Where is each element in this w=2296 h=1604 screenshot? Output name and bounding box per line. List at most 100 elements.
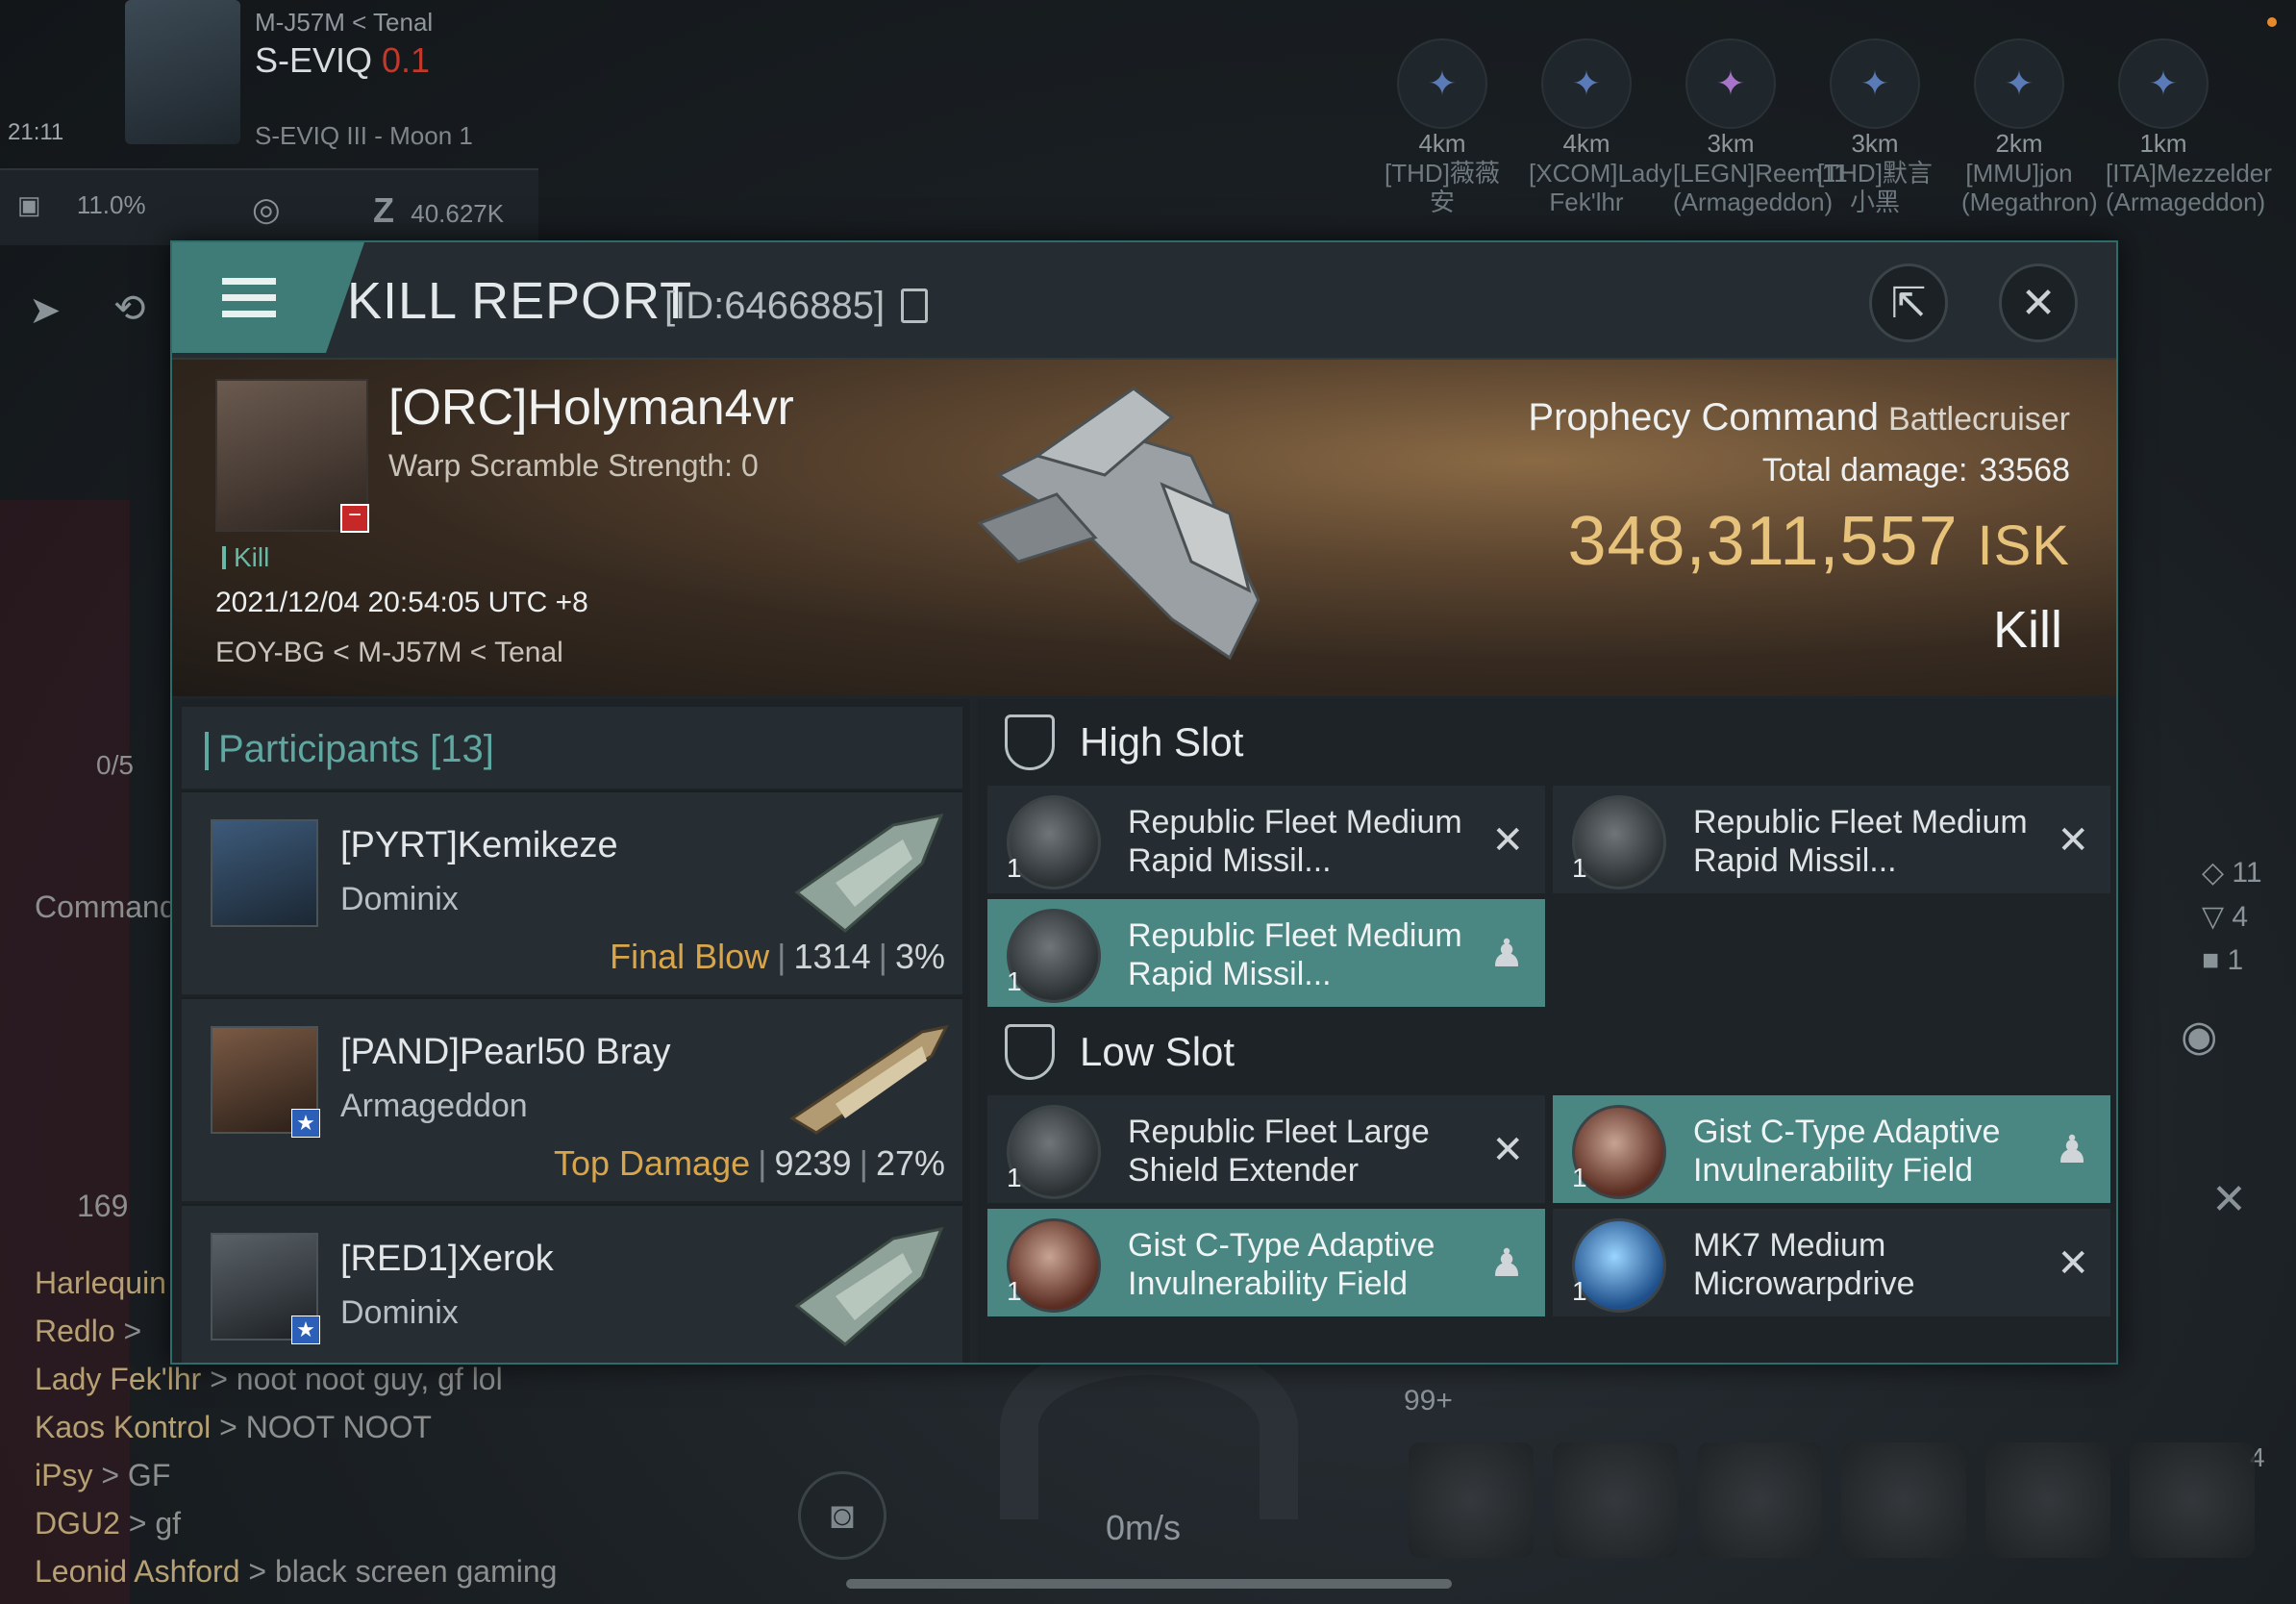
kill-report-window: KILL REPORT [ID:6466885] ⇱ ✕ − [ORC]Holy… bbox=[170, 240, 2118, 1365]
character-portrait[interactable] bbox=[125, 0, 240, 144]
module-item[interactable]: 1 MK7 Medium Microwarpdrive ✕ bbox=[1553, 1209, 2110, 1316]
participant-name: [PAND]Pearl50 Bray bbox=[340, 1032, 671, 1072]
module-slot[interactable] bbox=[1985, 1442, 2110, 1558]
ship-type[interactable]: Prophecy Command Battlecruiser bbox=[1528, 396, 2070, 439]
participant-ship: Dominix bbox=[340, 881, 459, 917]
chat-sender[interactable]: Leonid Ashford bbox=[35, 1554, 240, 1589]
separator: | bbox=[859, 1143, 868, 1183]
x-mark-icon: ✕ bbox=[1491, 1129, 1524, 1171]
clock-stat-icon[interactable]: ◎ bbox=[252, 190, 281, 229]
hostile-standing-icon: − bbox=[340, 504, 369, 533]
person-icon: ♟ bbox=[1489, 933, 1524, 975]
chat-text: > gf bbox=[128, 1506, 182, 1541]
participant-damage: Top Damage | 9239 | 27% bbox=[554, 1143, 945, 1184]
target-distance: 1km bbox=[2139, 129, 2187, 158]
chat-message: iPsy > GF bbox=[35, 1458, 170, 1493]
module-item[interactable]: 1 Republic Fleet Medium Rapid Missil... … bbox=[1553, 786, 2110, 893]
chat-sender[interactable]: iPsy bbox=[35, 1458, 92, 1492]
close-button[interactable]: ✕ bbox=[1999, 263, 2078, 342]
participant-ship: Dominix bbox=[340, 1294, 459, 1331]
close-icon[interactable]: ✕ bbox=[2211, 1175, 2247, 1224]
module-slot[interactable] bbox=[1553, 1442, 1678, 1558]
target-name: [THD]薇薇安 bbox=[1385, 159, 1500, 216]
victim-ship-image[interactable] bbox=[941, 369, 1307, 677]
module-slot[interactable] bbox=[1841, 1442, 1966, 1558]
overview-target[interactable]: ✦ 3km [THD]默言小黑 bbox=[1817, 38, 1933, 216]
cargo-value: 11.0% bbox=[76, 190, 146, 219]
system-name[interactable]: S-EVIQ 0.1 bbox=[255, 40, 430, 81]
module-badge: 99+ bbox=[1404, 1385, 1453, 1416]
participant-row[interactable]: ★ [RED1]Xerok Dominix bbox=[182, 1204, 962, 1363]
overview-target[interactable]: ✦ 1km [ITA]Mezzelder (Armageddon) bbox=[2106, 38, 2272, 216]
module-slot[interactable] bbox=[2130, 1442, 2255, 1558]
victim-name[interactable]: [ORC]Holyman4vr bbox=[388, 379, 794, 437]
camera-icon[interactable]: ◙ bbox=[798, 1471, 886, 1560]
participant-ship-image bbox=[789, 1024, 949, 1135]
hostile-icon: ◇ bbox=[2202, 857, 2225, 889]
ship-icon: ✦ bbox=[1830, 38, 1920, 129]
x-mark-icon: ✕ bbox=[1491, 819, 1524, 862]
eye-icon[interactable]: ◉ bbox=[2181, 1012, 2217, 1061]
module-quantity: 1 bbox=[1007, 853, 1022, 883]
overview-target[interactable]: ✦ 3km [LEGN]Reem11 (Armageddon) bbox=[1673, 38, 1848, 216]
chat-sender[interactable]: DGU2 bbox=[35, 1506, 120, 1541]
menu-button[interactable] bbox=[172, 242, 326, 353]
module-name: Republic Fleet Medium Rapid Missil... bbox=[1128, 804, 1462, 879]
ship-icon: ✦ bbox=[2118, 38, 2209, 129]
chat-sender[interactable]: Lady Fek'lhr bbox=[35, 1362, 201, 1396]
structure-counter[interactable]: ■ 1 bbox=[2202, 944, 2243, 977]
damage-percent: 3% bbox=[894, 937, 945, 976]
participant-ship: Armageddon bbox=[340, 1088, 528, 1124]
participant-portrait bbox=[211, 819, 318, 927]
module-slot[interactable] bbox=[1697, 1442, 1822, 1558]
navigation-icon[interactable]: ➤ bbox=[29, 288, 62, 333]
person-icon: ♟ bbox=[2055, 1129, 2089, 1171]
module-item[interactable]: 1 Republic Fleet Medium Rapid Missil... … bbox=[987, 899, 1545, 1007]
overview-target[interactable]: ✦ 4km [XCOM]Lady Fek'lhr bbox=[1529, 38, 1672, 216]
target-distance: 2km bbox=[1995, 129, 2043, 158]
x-mark-icon: ✕ bbox=[2057, 1242, 2089, 1285]
module-item[interactable]: 1 Gist C-Type Adaptive Invulnerability F… bbox=[987, 1209, 1545, 1316]
participant-row[interactable]: ★ [PAND]Pearl50 Bray Armageddon Top Dama… bbox=[182, 997, 962, 1201]
chat-message: DGU2 > gf bbox=[35, 1506, 181, 1541]
hostile-counter[interactable]: ◇ 11 bbox=[2202, 856, 2262, 890]
isk-stat[interactable]: Z 40.627K bbox=[373, 190, 504, 231]
module-slot[interactable] bbox=[1409, 1442, 1534, 1558]
overview-target[interactable]: ✦ 4km [THD]薇薇安 bbox=[1385, 38, 1500, 216]
participant-name: [PYRT]Kemikeze bbox=[340, 825, 618, 865]
module-item[interactable]: 1 Republic Fleet Large Shield Extender ✕ bbox=[987, 1095, 1545, 1203]
history-icon[interactable]: ⟲ bbox=[113, 287, 146, 331]
chat-channel-label[interactable]: Command bbox=[35, 890, 177, 925]
participant-name: [RED1]Xerok bbox=[340, 1239, 554, 1279]
kill-tag: Kill bbox=[222, 542, 269, 573]
module-name: MK7 Medium Microwarpdrive bbox=[1693, 1227, 1915, 1302]
share-button[interactable]: ⇱ bbox=[1869, 263, 1948, 342]
chat-message: Kaos Kontrol > NOOT NOOT bbox=[35, 1410, 432, 1445]
result-label: Kill bbox=[1992, 601, 2062, 659]
overview-target[interactable]: ✦ 2km [MMU]jon (Megathron) bbox=[1961, 38, 2098, 216]
chat-sender[interactable]: Redlo bbox=[35, 1314, 115, 1348]
separator: | bbox=[758, 1143, 767, 1183]
neutral-counter[interactable]: ▽ 4 bbox=[2202, 900, 2248, 934]
isk-amount: 348,311,557 bbox=[1567, 503, 1959, 580]
home-indicator[interactable] bbox=[846, 1579, 1452, 1589]
participant-damage: Final Blow | 1314 | 3% bbox=[610, 937, 945, 977]
module-quantity: 1 bbox=[1572, 1163, 1587, 1192]
chat-sender[interactable]: Harlequin bbox=[35, 1266, 166, 1300]
module-item[interactable]: 1 Gist C-Type Adaptive Invulnerability F… bbox=[1553, 1095, 2110, 1203]
share-icon: ⇱ bbox=[1890, 279, 1927, 327]
copy-icon[interactable] bbox=[901, 288, 928, 323]
module-name: Republic Fleet Large Shield Extender bbox=[1128, 1114, 1430, 1189]
participants-header[interactable]: Participants [13] bbox=[182, 707, 962, 789]
chat-message: Harlequin bbox=[35, 1266, 166, 1301]
target-distance: 3km bbox=[1707, 129, 1755, 158]
module-item[interactable]: 1 Republic Fleet Medium Rapid Missil... … bbox=[987, 786, 1545, 893]
chat-sender[interactable]: Kaos Kontrol bbox=[35, 1410, 211, 1444]
ship-class: Battlecruiser bbox=[1888, 401, 2070, 438]
close-icon: ✕ bbox=[2020, 279, 2057, 327]
structure-count: 1 bbox=[2227, 944, 2244, 976]
participant-row[interactable]: [PYRT]Kemikeze Dominix Final Blow | 1314 | 3… bbox=[182, 790, 962, 994]
cargo-stat[interactable]: ▣ 11.0% bbox=[17, 190, 146, 220]
chat-text: > NOOT NOOT bbox=[219, 1410, 432, 1444]
chat-message: Leonid Ashford > black screen gaming bbox=[35, 1554, 557, 1590]
